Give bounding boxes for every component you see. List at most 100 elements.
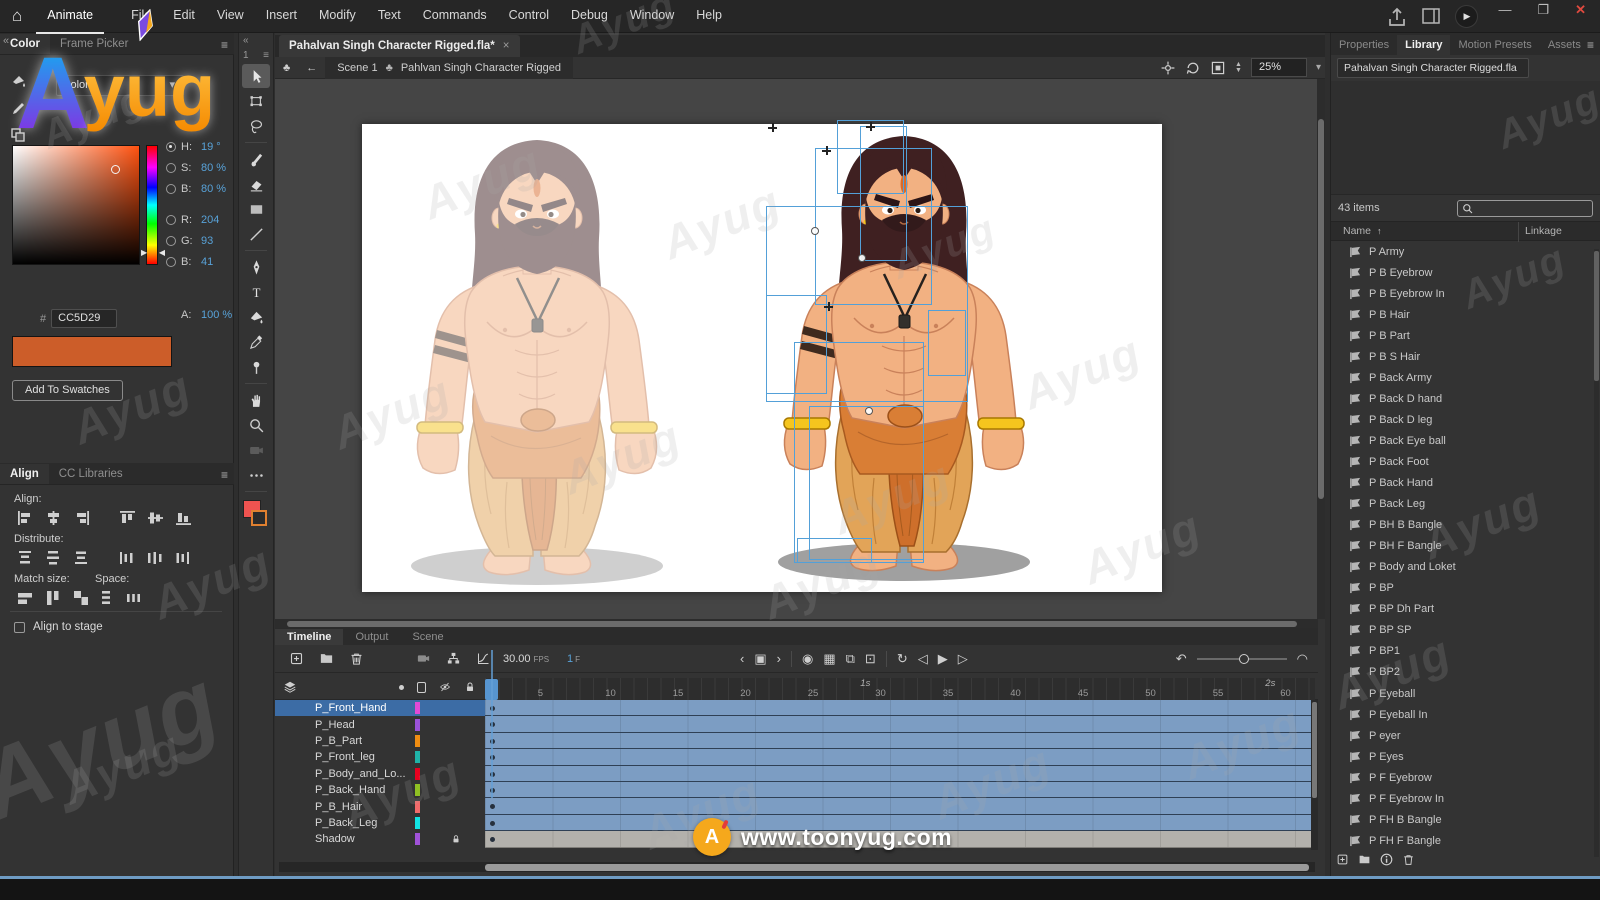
library-item-name[interactable]: P BH F Bangle xyxy=(1369,540,1442,552)
panel-tab-library[interactable]: Library xyxy=(1397,35,1451,55)
menu-view[interactable]: View xyxy=(206,0,255,34)
align-top-icon[interactable] xyxy=(116,509,138,527)
library-item-name[interactable]: P B Hair xyxy=(1369,309,1410,321)
align-right-icon[interactable] xyxy=(70,509,92,527)
share-icon[interactable] xyxy=(1387,7,1407,27)
toolbar-menu-icon[interactable]: ≡ xyxy=(263,50,269,61)
library-item-name[interactable]: P BP2 xyxy=(1369,666,1400,678)
layer-row-P_Back_Hand[interactable]: P_Back_Hand xyxy=(275,782,485,798)
menu-modify[interactable]: Modify xyxy=(308,0,367,34)
outline-column-icon[interactable] xyxy=(417,681,426,693)
column-name[interactable]: Name xyxy=(1343,225,1371,237)
brightness-value[interactable]: 80 % xyxy=(201,183,226,195)
library-item[interactable]: P Back Leg xyxy=(1331,494,1600,515)
space-horizontal-icon[interactable] xyxy=(123,589,145,607)
library-item[interactable]: P B S Hair xyxy=(1331,346,1600,367)
alpha-value[interactable]: 100 % xyxy=(201,309,232,321)
layer-row-P_B_Part[interactable]: P_B_Part xyxy=(275,733,485,749)
parent-layers-icon[interactable] xyxy=(441,649,465,669)
eyedropper-tool[interactable] xyxy=(242,330,270,354)
frame-span-Shadow[interactable] xyxy=(485,831,1315,848)
line-tool[interactable] xyxy=(242,222,270,246)
library-item-name[interactable]: P Back Foot xyxy=(1369,456,1429,468)
layer-lock-icon[interactable] xyxy=(451,834,461,844)
panel-menu-icon[interactable]: ≡ xyxy=(1587,38,1594,52)
layer-row-P_Front_Hand[interactable]: P_Front_Hand xyxy=(275,700,485,717)
library-item[interactable]: P BP2 xyxy=(1331,662,1600,683)
library-item[interactable]: P Back Army xyxy=(1331,367,1600,388)
selection-tool[interactable] xyxy=(242,64,270,88)
zoom-level-input[interactable]: 25% xyxy=(1250,58,1307,77)
library-item[interactable]: P Eyes xyxy=(1331,746,1600,767)
fill-color-tool-icon[interactable] xyxy=(10,73,27,90)
close-tab-icon[interactable]: × xyxy=(503,40,510,52)
collapse-tools-icon[interactable]: « xyxy=(243,35,249,46)
library-item-name[interactable]: P F Eyebrow xyxy=(1369,772,1432,784)
library-item-name[interactable]: P Back Hand xyxy=(1369,477,1433,489)
layer-name[interactable]: P_B_Hair xyxy=(315,801,362,813)
library-item[interactable]: P F Eyebrow xyxy=(1331,767,1600,788)
menu-insert[interactable]: Insert xyxy=(255,0,308,34)
match-height-icon[interactable] xyxy=(42,589,64,607)
library-item[interactable]: P Army xyxy=(1331,241,1600,262)
stroke-color-swatch[interactable] xyxy=(251,510,267,526)
frame-span-P_Front_Hand[interactable] xyxy=(485,700,1315,717)
frame-span-P_B_Part[interactable] xyxy=(485,732,1315,750)
layer-row-P_B_Hair[interactable]: P_B_Hair xyxy=(275,798,485,814)
frame-span-P_Back_Leg[interactable] xyxy=(485,814,1315,832)
onion-skin-outlines-icon[interactable]: ▦ xyxy=(823,651,835,667)
timeline-tab-scene[interactable]: Scene xyxy=(400,629,455,645)
library-item-name[interactable]: P BH B Bangle xyxy=(1369,519,1442,531)
menu-file[interactable]: File xyxy=(120,0,162,34)
library-item-name[interactable]: P BP1 xyxy=(1369,645,1400,657)
timeline-zoom-slider[interactable] xyxy=(1196,653,1287,664)
green-value[interactable]: 93 xyxy=(201,235,213,247)
hide-all-layers-icon[interactable] xyxy=(439,681,451,693)
layers-icon[interactable] xyxy=(283,680,297,694)
selection-bounding-box[interactable] xyxy=(797,538,872,563)
library-item-name[interactable]: P BP Dh Part xyxy=(1369,603,1434,615)
library-item-name[interactable]: P Body and Loket xyxy=(1369,561,1456,573)
hue-value[interactable]: 19 ° xyxy=(201,141,221,153)
new-symbol-icon[interactable] xyxy=(1336,853,1349,866)
library-item[interactable]: P Eyeball xyxy=(1331,683,1600,704)
layer-name[interactable]: Shadow xyxy=(315,833,355,845)
step-back-icon[interactable]: ‹ xyxy=(740,651,744,666)
library-item[interactable]: P B Eyebrow xyxy=(1331,262,1600,283)
library-scrollbar[interactable] xyxy=(1594,249,1599,857)
saturation-brightness-picker[interactable] xyxy=(12,145,140,265)
library-item-name[interactable]: P eyer xyxy=(1369,730,1401,742)
saturation-value[interactable]: 80 % xyxy=(201,162,226,174)
highlight-column-icon[interactable] xyxy=(399,684,404,690)
new-folder-icon[interactable] xyxy=(1358,853,1371,866)
timeline-tab-output[interactable]: Output xyxy=(343,629,400,645)
edit-multiple-frames-icon[interactable]: ⧉ xyxy=(846,651,855,667)
layer-row-P_Body_and_Lo...[interactable]: P_Body_and_Lo... xyxy=(275,766,485,782)
previous-frame-icon[interactable]: ◁ xyxy=(918,651,928,667)
library-item[interactable]: P Back Eye ball xyxy=(1331,430,1600,451)
transformation-point[interactable] xyxy=(811,227,819,235)
close-button[interactable]: ✕ xyxy=(1569,0,1592,20)
red-value[interactable]: 204 xyxy=(201,214,219,226)
align-left-icon[interactable] xyxy=(14,509,36,527)
menu-debug[interactable]: Debug xyxy=(560,0,619,34)
distribute-right-icon[interactable] xyxy=(172,549,194,567)
distribute-left-icon[interactable] xyxy=(116,549,138,567)
library-item[interactable]: P FH F Bangle xyxy=(1331,830,1600,851)
item-properties-icon[interactable] xyxy=(1380,853,1393,866)
fps-value[interactable]: 30.00 xyxy=(503,653,531,665)
distribute-center-icon[interactable] xyxy=(144,549,166,567)
panel-tab-properties[interactable]: Properties xyxy=(1331,35,1397,55)
collapse-panel-icon[interactable]: « xyxy=(3,35,9,47)
align-middle-vertical-icon[interactable] xyxy=(144,509,166,527)
layer-name[interactable]: P_Head xyxy=(315,719,355,731)
menu-help[interactable]: Help xyxy=(685,0,733,34)
asset-warp-tool[interactable] xyxy=(242,355,270,379)
zoom-tool[interactable] xyxy=(242,413,270,437)
library-item-name[interactable]: P Back D leg xyxy=(1369,414,1432,426)
library-item[interactable]: P BH B Bangle xyxy=(1331,515,1600,536)
library-item[interactable]: P B Part xyxy=(1331,325,1600,346)
current-frame-value[interactable]: 1 xyxy=(567,653,573,665)
library-item-name[interactable]: P Back D hand xyxy=(1369,393,1442,405)
library-item[interactable]: P BH F Bangle xyxy=(1331,536,1600,557)
